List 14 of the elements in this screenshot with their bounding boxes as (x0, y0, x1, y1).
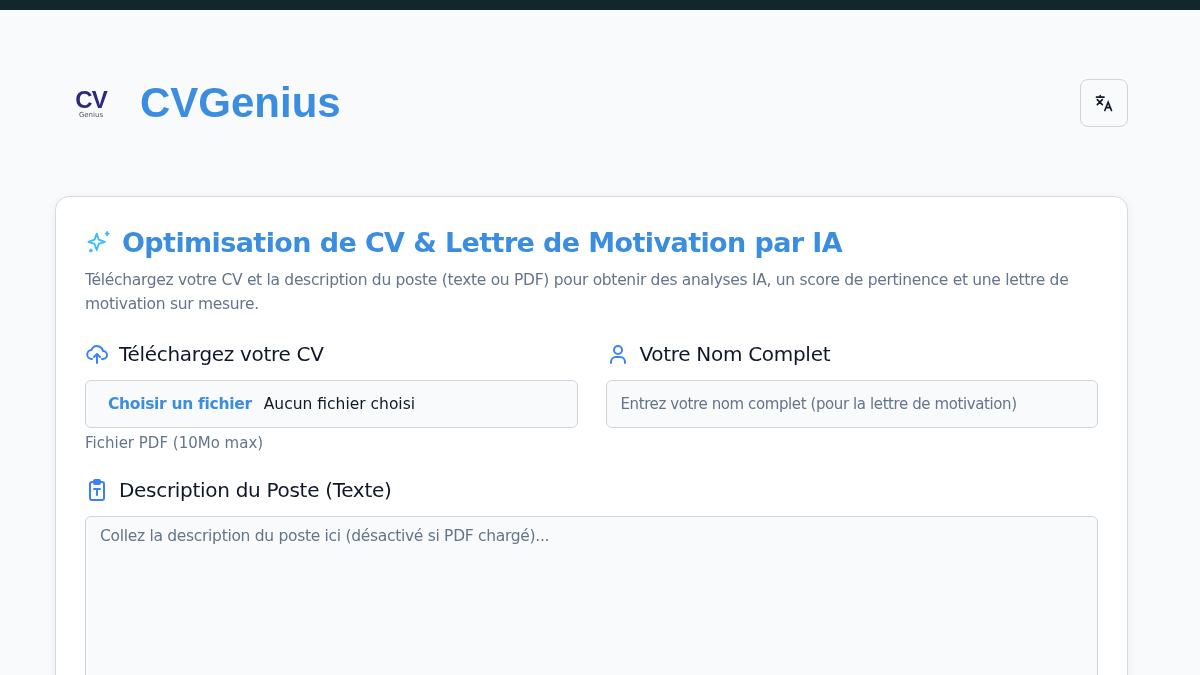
field-label: Votre Nom Complet (639, 342, 831, 366)
app-title: CVGenius (140, 79, 342, 127)
cloud-upload-icon (85, 342, 109, 366)
field-label: Téléchargez votre CV (119, 342, 324, 366)
file-input[interactable]: Choisir un fichier Aucun fichier choisi (85, 380, 578, 428)
card-description: Téléchargez votre CV et la description du poste (texte ou PDF) pour obtenir des analyses IA, un score de pertinence et une lettre de motivation sur mesure. (85, 270, 1070, 315)
name-input-field[interactable]: Entrez votre nom complet (pour la lettre de motivation) (605, 380, 1098, 428)
file-status: Aucun fichier choisi (263, 395, 416, 413)
field-hint: Fichier PDF (10Mo max) (85, 434, 265, 452)
translate-button[interactable] (1080, 79, 1128, 127)
translate-icon (1094, 93, 1114, 113)
field-label: Description du Poste (Texte) (119, 478, 392, 502)
card-title: Optimisation de CV & Lettre de Motivation par IA (122, 227, 843, 258)
job-description-field[interactable]: Collez la description du poste ici (désactivé si PDF chargé)... (85, 516, 1098, 675)
